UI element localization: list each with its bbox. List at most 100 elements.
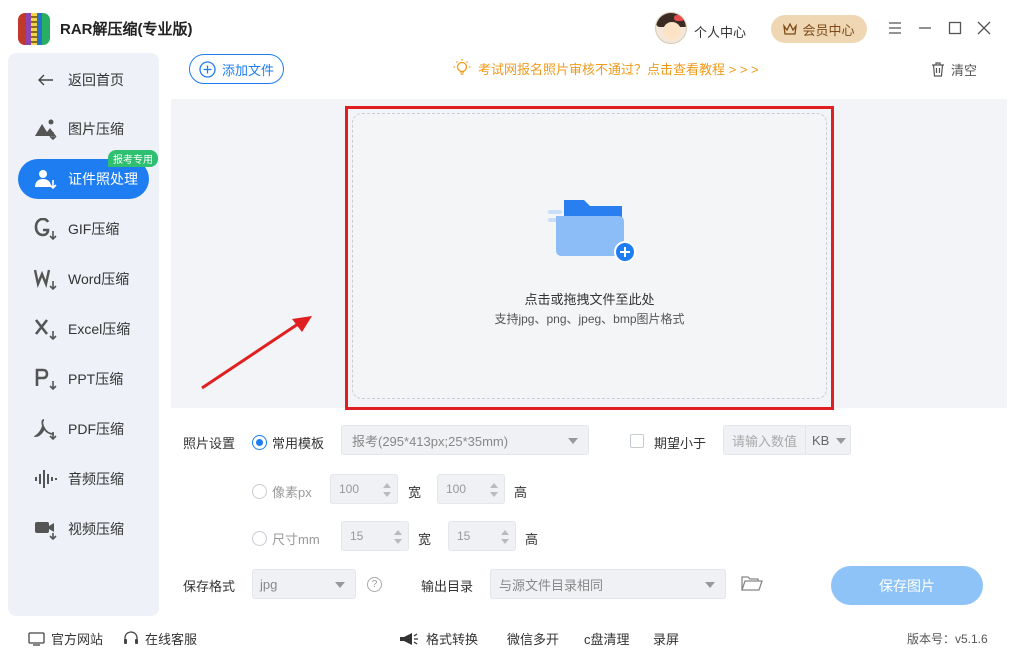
pixel-width-value: 100 <box>339 482 360 496</box>
width-label: 宽 <box>418 532 432 547</box>
save-format-value: jpg <box>260 576 278 592</box>
crown-icon <box>783 23 798 35</box>
c-drive-clean-link[interactable]: c盘清理 <box>584 629 630 648</box>
drop-zone-subtitle: 支持jpg、png、jpeg、bmp图片格式 <box>494 312 685 326</box>
ppt-icon <box>34 367 58 391</box>
save-format-label: 保存格式 <box>183 579 236 594</box>
title-bar: RAR解压缩(专业版) 个人中心 会员中心 <box>0 0 1014 58</box>
sidebar-item-pdf[interactable]: PDF压缩 <box>18 409 149 449</box>
file-drop-zone[interactable] <box>352 113 827 399</box>
template-select[interactable]: 报考(295*413px;25*35mm) <box>341 425 589 455</box>
height-label: 高 <box>514 485 528 500</box>
chevron-down-icon <box>836 438 846 444</box>
drop-zone-title: 点击或拖拽文件至此处 <box>524 292 655 307</box>
image-compress-icon <box>34 117 58 141</box>
app-title: RAR解压缩(专业版) <box>60 21 193 38</box>
user-center-link[interactable]: 个人中心 <box>694 22 746 41</box>
excel-icon <box>34 317 58 341</box>
official-website-label: 官方网站 <box>51 632 104 647</box>
sidebar-item-label: Excel压缩 <box>68 321 131 337</box>
id-photo-icon <box>34 167 58 191</box>
sidebar-item-label: 证件照处理 <box>68 171 138 187</box>
photo-settings-label: 照片设置 <box>183 436 236 451</box>
sidebar-item-video[interactable]: 视频压缩 <box>18 509 149 549</box>
sidebar-item-label: 音频压缩 <box>68 471 124 487</box>
expect-size-placeholder: 请输入数值 <box>732 433 798 449</box>
folder-open-icon[interactable] <box>741 575 763 592</box>
expect-less-checkbox[interactable] <box>630 434 644 448</box>
sidebar-item-gif[interactable]: GIF压缩 <box>18 209 149 249</box>
back-home-label: 返回首页 <box>68 72 124 88</box>
tutorial-notice-text: 考试网报名照片审核不通过？点击查看教程 > > > <box>478 61 759 77</box>
screen-record-link[interactable]: 录屏 <box>653 629 679 648</box>
lightbulb-icon <box>453 59 471 75</box>
megaphone-icon <box>400 632 418 645</box>
save-format-select[interactable]: jpg <box>252 569 356 599</box>
online-support-link[interactable]: 在线客服 <box>123 629 197 648</box>
output-dir-select[interactable]: 与源文件目录相同 <box>490 569 726 599</box>
output-dir-value: 与源文件目录相同 <box>499 577 604 593</box>
sidebar-item-label: 图片压缩 <box>68 121 124 137</box>
avatar[interactable] <box>655 12 687 44</box>
vip-center-label: 会员中心 <box>802 22 855 38</box>
width-label: 宽 <box>408 485 422 500</box>
mm-radio-label: 尺寸mm <box>272 532 320 547</box>
mm-width-stepper[interactable]: 15 <box>341 521 409 551</box>
chevron-down-icon <box>705 582 715 588</box>
sidebar-item-label: 视频压缩 <box>68 521 124 537</box>
pixel-height-stepper[interactable]: 100 <box>437 474 505 504</box>
monitor-icon <box>28 631 45 646</box>
headset-icon <box>124 631 138 644</box>
sidebar-item-word[interactable]: Word压缩 <box>18 259 149 299</box>
folder-add-icon <box>548 200 636 263</box>
output-dir-label: 输出目录 <box>421 579 474 594</box>
mm-radio[interactable]: 尺寸mm <box>252 529 320 548</box>
minimize-icon[interactable] <box>915 18 935 38</box>
mm-width-value: 15 <box>350 529 364 543</box>
mm-height-value: 15 <box>457 529 471 543</box>
version-label: 版本号：v5.1.6 <box>907 632 988 646</box>
mm-height-stepper[interactable]: 15 <box>448 521 516 551</box>
exam-badge: 报考专用 <box>108 150 158 167</box>
maximize-icon[interactable] <box>945 18 965 38</box>
official-website-link[interactable]: 官方网站 <box>28 629 103 648</box>
add-file-button[interactable]: 添加文件 <box>189 54 284 84</box>
sidebar-item-label: PPT压缩 <box>68 371 124 387</box>
pixel-radio[interactable]: 像素px <box>252 482 312 501</box>
pdf-icon <box>34 417 58 441</box>
menu-icon[interactable] <box>885 18 905 38</box>
app-logo-icon <box>18 13 50 45</box>
plus-circle-icon <box>199 60 216 78</box>
template-radio[interactable]: 常用模板 <box>252 433 324 452</box>
help-icon[interactable]: ? <box>367 577 382 592</box>
sidebar-item-label: PDF压缩 <box>68 421 124 437</box>
video-icon <box>34 517 58 541</box>
wechat-multi-link[interactable]: 微信多开 <box>507 629 559 648</box>
gif-icon <box>34 217 58 241</box>
pixel-width-stepper[interactable]: 100 <box>330 474 398 504</box>
template-radio-label: 常用模板 <box>272 436 325 451</box>
sidebar-item-image-compress[interactable]: 图片压缩 <box>18 109 149 149</box>
word-icon <box>34 267 58 291</box>
sidebar-item-label: Word压缩 <box>68 271 130 287</box>
clear-button[interactable]: 清空 <box>931 60 977 79</box>
back-home-button[interactable]: 返回首页 <box>18 60 149 100</box>
tutorial-notice-link[interactable]: 考试网报名照片审核不通过？点击查看教程 > > > <box>452 58 759 78</box>
chevron-down-icon <box>335 582 345 588</box>
expect-less-label: 期望小于 <box>654 436 707 451</box>
format-convert-link[interactable]: 格式转换 <box>398 629 478 648</box>
audio-icon <box>34 467 58 491</box>
size-unit-select[interactable]: KB <box>805 425 851 455</box>
clear-label: 清空 <box>951 63 978 78</box>
size-unit-value: KB <box>812 432 830 448</box>
sidebar-item-excel[interactable]: Excel压缩 <box>18 309 149 349</box>
save-image-button[interactable]: 保存图片 <box>831 566 983 605</box>
pixel-radio-label: 像素px <box>272 485 312 500</box>
online-support-label: 在线客服 <box>145 632 198 647</box>
close-icon[interactable] <box>974 18 994 38</box>
expect-size-input[interactable]: 请输入数值 <box>723 425 806 455</box>
pointer-arrow-icon <box>201 316 312 390</box>
sidebar-item-audio[interactable]: 音频压缩 <box>18 459 149 499</box>
sidebar-item-ppt[interactable]: PPT压缩 <box>18 359 149 399</box>
vip-center-button[interactable]: 会员中心 <box>771 15 867 43</box>
